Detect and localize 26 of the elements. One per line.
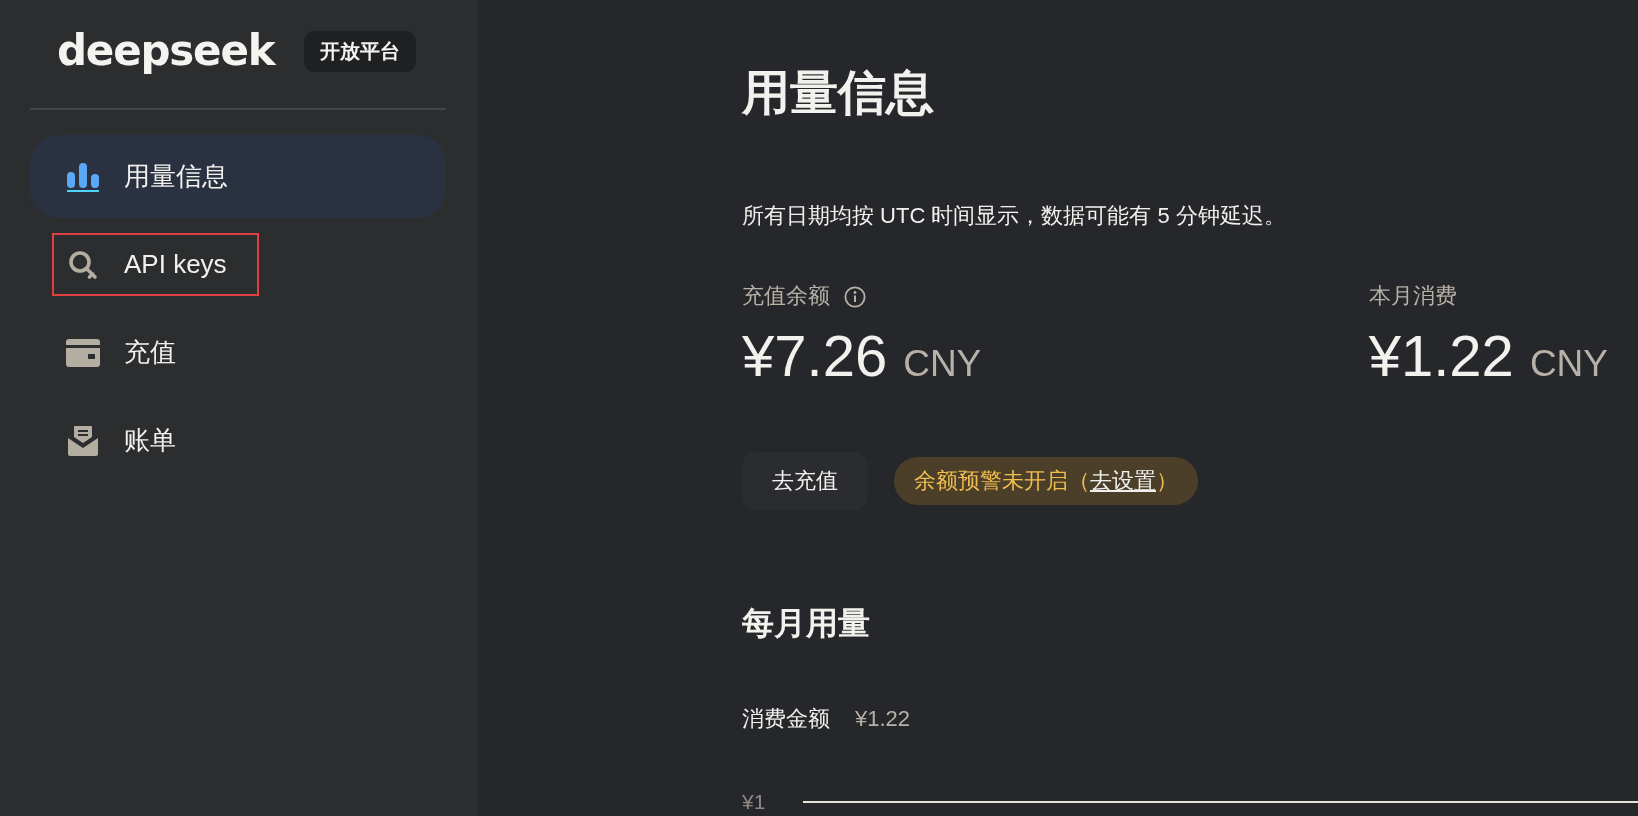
platform-badge: 开放平台 [304,30,417,72]
nav-item[interactable]: 用量信息 [30,135,446,218]
amount-value: ¥1.22 [1368,324,1514,388]
currency-label: CNY [903,343,982,386]
topup-button[interactable]: 去充值 [742,452,868,510]
inbox-icon [67,424,99,457]
key-icon [68,249,98,280]
balance-alert-notice: 余额预警未开启（去设置） [894,457,1198,505]
logo: deepseek [57,30,275,72]
info-icon[interactable] [844,285,866,308]
nav-item[interactable]: API keys [30,223,446,306]
nav-item[interactable]: 充值 [30,311,446,394]
section-title: 每月用量 [742,604,871,643]
axis-tick-label: ¥1 [742,790,766,815]
settings-link[interactable]: 去设置 [1090,466,1156,496]
metric-value: ¥1.22 [855,704,911,733]
bar-chart-icon [66,161,100,192]
amount-value: ¥7.26 [742,324,888,388]
stat-label: 本月消费 [1368,282,1457,311]
metric-label: 消费金额 [742,704,830,733]
card-icon [66,338,100,367]
nav-item[interactable]: 账单 [30,399,446,482]
timezone-note: 所有日期均按 UTC 时间显示，数据可能有 5 分钟延迟。 [742,201,1287,230]
currency-label: CNY [1529,343,1608,386]
page-title: 用量信息 [742,65,935,121]
stat-label: 充值余额 [742,282,830,311]
